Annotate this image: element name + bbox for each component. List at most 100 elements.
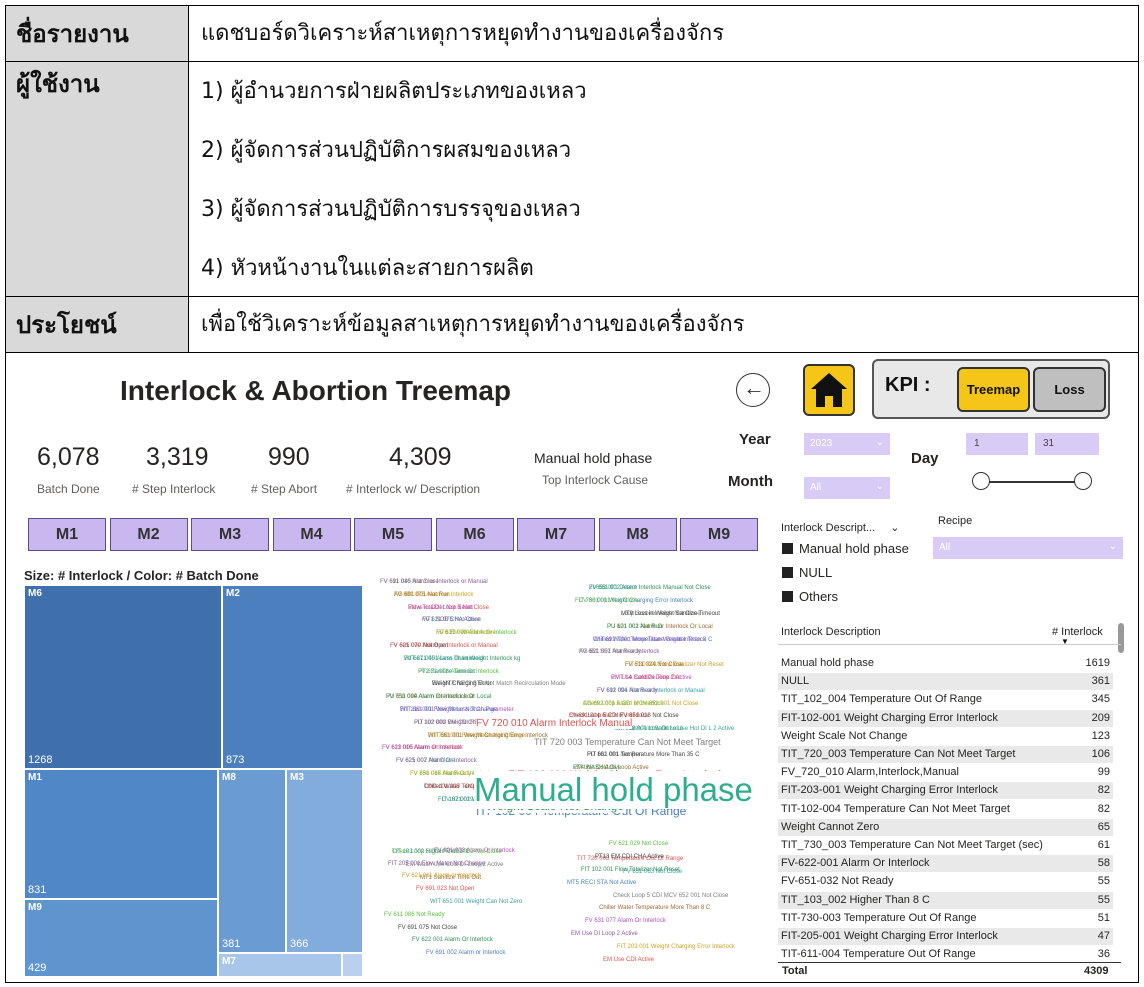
machine-button-m3[interactable]: M3 bbox=[191, 518, 269, 551]
benefit-label: ประโยชน์ bbox=[6, 297, 188, 352]
month-value: All bbox=[810, 482, 822, 493]
wordcloud-word: Chilled Water Temperature Greater Than 8… bbox=[593, 636, 713, 643]
table-row[interactable]: TIT-102-004 Temperature Can Not Meet Tar… bbox=[778, 800, 1113, 818]
legend-others[interactable]: Others bbox=[782, 589, 838, 604]
table-row[interactable]: Manual hold phase 1619 bbox=[778, 655, 1113, 672]
row-description: Weight Cannot Zero bbox=[781, 820, 880, 833]
table-scrollbar[interactable] bbox=[1118, 623, 1124, 653]
treemap-tile-m6[interactable]: M6 1268 bbox=[24, 585, 222, 769]
column-divider bbox=[188, 6, 189, 353]
row-description: TIT_720_003 Temperature Can Not Meet Tar… bbox=[781, 748, 1016, 760]
wordcloud-word: FV 621 006 Alarm Or Interlock bbox=[418, 668, 499, 675]
table-row[interactable]: FIT-102-001 Weight Charging Error Interl… bbox=[778, 709, 1113, 727]
wordcloud-word: FIT 661 001 Temperature More Than 35 C bbox=[587, 751, 700, 758]
row-count: 65 bbox=[1097, 820, 1110, 833]
row-description: FIT-203-001 Weight Charging Error Interl… bbox=[781, 784, 998, 797]
machine-button-m9[interactable]: M9 bbox=[680, 518, 758, 551]
treemap-tile-m9[interactable]: M9 429 bbox=[24, 899, 218, 977]
treemap-tile-m8[interactable]: M8 381 bbox=[218, 769, 286, 953]
table-row[interactable]: TIT_103_002 Higher Than 8 C 55 bbox=[778, 891, 1113, 909]
table-row[interactable]: TIT-611-004 Temperature Out Of Range 36 bbox=[778, 946, 1113, 964]
day-slider[interactable] bbox=[972, 472, 1092, 492]
kpi-step-interlock: 3,319 bbox=[146, 443, 209, 471]
recipe-dropdown[interactable]: All ⌄ bbox=[933, 537, 1123, 559]
treemap-tile-m3[interactable]: M3 366 bbox=[286, 769, 363, 953]
machine-button-m4[interactable]: M4 bbox=[272, 518, 351, 551]
wordcloud-word: FV 730 017 Not Ready bbox=[410, 771, 472, 777]
kpi-top-cause: Manual hold phase bbox=[534, 450, 653, 466]
back-button[interactable]: ← bbox=[736, 373, 770, 407]
row-description: Weight Scale Not Change bbox=[781, 729, 908, 742]
machine-button-m7[interactable]: M7 bbox=[517, 518, 595, 551]
year-dropdown[interactable]: 2023 ⌄ bbox=[804, 433, 890, 455]
chevron-down-icon: ⌄ bbox=[1108, 541, 1117, 552]
table-header-desc[interactable]: Interlock Description bbox=[781, 626, 881, 638]
wordcloud-word: FV 691 075 Not Close bbox=[398, 924, 458, 931]
table-row[interactable]: Weight Scale Not Change 123 bbox=[778, 727, 1113, 745]
treemap-tile-m2[interactable]: M2 873 bbox=[222, 585, 363, 769]
table-row[interactable]: FIT-203-001 Weight Charging Error Interl… bbox=[778, 782, 1113, 800]
machine-button-m6[interactable]: M6 bbox=[435, 518, 514, 551]
tile-value: 366 bbox=[290, 938, 309, 950]
table-row[interactable]: FIT-205-001 Weight Charging Error Interl… bbox=[778, 928, 1113, 945]
legend-manual-hold[interactable]: Manual hold phase bbox=[782, 541, 909, 556]
row-description: FIT-102-001 Weight Charging Error Interl… bbox=[781, 711, 998, 724]
treemap-tile-m7[interactable]: M7 bbox=[218, 953, 342, 977]
treemap-tile-m1[interactable]: M1 831 bbox=[24, 769, 218, 899]
legend-null[interactable]: NULL bbox=[782, 565, 832, 580]
slider-handle-start[interactable] bbox=[972, 472, 990, 490]
row-count: 58 bbox=[1097, 857, 1110, 870]
row-count: 82 bbox=[1097, 802, 1110, 815]
kpi-step-interlock-label: # Step Interlock bbox=[132, 482, 216, 496]
table-header-count[interactable]: # Interlock bbox=[1052, 626, 1103, 638]
wordcloud-word: EM Use CDI Active bbox=[603, 956, 655, 963]
row-count: 1619 bbox=[1085, 657, 1110, 669]
dashboard-screenshot: Interlock & Abortion Treemap ← KPI : Tre… bbox=[6, 353, 1136, 981]
treemap-button[interactable]: Treemap bbox=[957, 367, 1030, 412]
table-row[interactable]: FV-651-032 Not Ready 55 bbox=[778, 873, 1113, 891]
machine-button-m1[interactable]: M1 bbox=[28, 518, 106, 551]
table-row[interactable]: TIT_730_003 Temperature Can Not Meet Tar… bbox=[778, 837, 1113, 854]
kpi-interlock-desc: 4,309 bbox=[389, 443, 452, 471]
day-to-input[interactable]: 31 bbox=[1035, 433, 1099, 455]
day-from-input[interactable]: 1 bbox=[966, 433, 1028, 455]
machine-button-m5[interactable]: M5 bbox=[354, 518, 432, 551]
table-row[interactable]: TIT_102_004 Temperature Out Of Range 345 bbox=[778, 691, 1113, 709]
wordcloud-word: FV 621 029 Not Close bbox=[609, 841, 669, 848]
table-row[interactable]: FV-622-001 Alarm Or Interlock 58 bbox=[778, 855, 1113, 873]
wordcloud-word: EM Use Cold DI Loop 2 Active bbox=[611, 675, 692, 681]
user-1: 1) ผู้อำนวยการฝ่ายผลิตประเภทของเหลว bbox=[201, 79, 587, 104]
table-row[interactable]: FV_720_010 Alarm,Interlock,Manual 99 bbox=[778, 764, 1113, 782]
user-2: 2) ผู้จัดการส่วนปฏิบัติการผสมของเหลว bbox=[201, 138, 572, 163]
table-row[interactable]: TIT_720_003 Temperature Can Not Meet Tar… bbox=[778, 746, 1113, 763]
users-label: ผู้ใช้งาน bbox=[6, 62, 188, 296]
checkbox-icon bbox=[782, 567, 793, 578]
table-row[interactable]: TIT-730-003 Temperature Out Of Range 51 bbox=[778, 909, 1113, 927]
table-total-divider bbox=[778, 962, 1121, 963]
tile-value: 429 bbox=[28, 962, 47, 974]
wordcloud-word: FIT 102 001 Flow Totalizer Not Reset bbox=[581, 867, 680, 873]
interlock-filter-text: Interlock Descript... bbox=[781, 522, 876, 534]
machine-button-m8[interactable]: M8 bbox=[598, 518, 677, 551]
row-description: FV-651-032 Not Ready bbox=[781, 875, 894, 888]
machine-button-m2[interactable]: M2 bbox=[109, 518, 188, 551]
kpi-top-cause-label: Top Interlock Cause bbox=[542, 473, 649, 487]
month-label: Month bbox=[728, 473, 773, 490]
treemap-tile-small[interactable] bbox=[342, 953, 363, 977]
dashboard-title: Interlock & Abortion Treemap bbox=[120, 375, 512, 406]
home-button[interactable] bbox=[803, 364, 855, 416]
legend-label: Manual hold phase bbox=[799, 541, 909, 556]
month-dropdown[interactable]: All ⌄ bbox=[804, 477, 890, 499]
wordcloud-word: PT13 EM CDI CHA Active bbox=[595, 854, 664, 861]
interlock-filter-label[interactable]: Interlock Descript... ⌄ bbox=[781, 521, 899, 534]
wordcloud-word: FV 651 S57 Not Ready bbox=[579, 649, 641, 656]
row-description: Manual hold phase bbox=[781, 657, 874, 669]
loss-button[interactable]: Loss bbox=[1033, 367, 1106, 412]
kpi-step-abort: 990 bbox=[268, 443, 310, 471]
user-4: 4) หัวหน้างานในแต่ละสายการผลิต bbox=[201, 256, 534, 281]
table-row[interactable]: Weight Cannot Zero 65 bbox=[778, 818, 1113, 836]
slider-handle-end[interactable] bbox=[1074, 472, 1092, 490]
legend-label: Others bbox=[799, 589, 839, 604]
table-row[interactable]: NULL 361 bbox=[778, 673, 1113, 691]
wordcloud-word: MT6 EM WASH Active bbox=[436, 630, 496, 637]
